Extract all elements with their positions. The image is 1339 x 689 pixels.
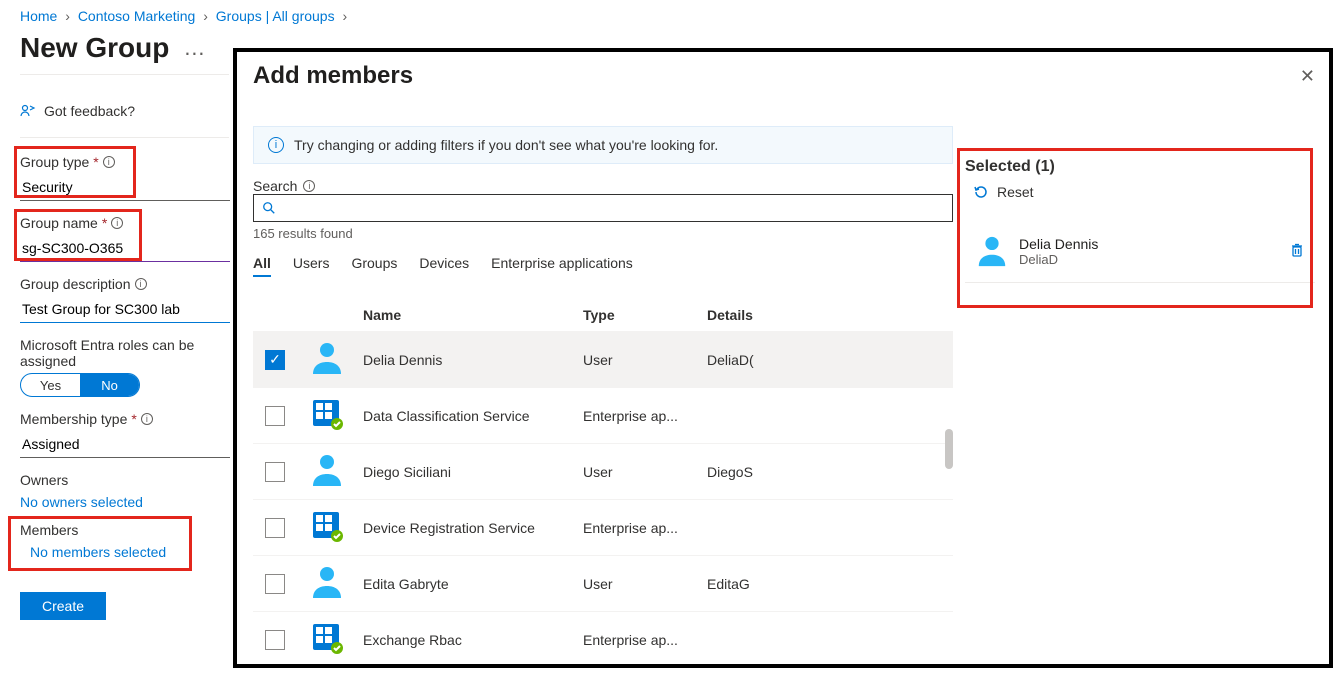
toggle-yes[interactable]: Yes — [21, 374, 80, 396]
tab-all[interactable]: All — [253, 251, 271, 277]
row-name: Device Registration Service — [363, 520, 583, 536]
page-title: New Group — [20, 32, 169, 64]
row-checkbox[interactable] — [265, 462, 285, 482]
create-button[interactable]: Create — [20, 592, 106, 620]
table-header: Name Type Details — [253, 299, 953, 331]
entra-roles-toggle[interactable]: Yes No — [20, 373, 140, 397]
row-type: User — [583, 576, 707, 592]
row-checkbox[interactable]: ✓ — [265, 350, 285, 370]
tab-devices[interactable]: Devices — [419, 251, 469, 277]
chevron-right-icon: › — [65, 8, 70, 24]
search-icon — [262, 201, 276, 215]
row-checkbox[interactable] — [265, 574, 285, 594]
search-field[interactable] — [282, 200, 944, 216]
more-actions-button[interactable]: … — [183, 35, 207, 61]
chevron-right-icon: › — [342, 8, 347, 24]
got-feedback-link[interactable]: Got feedback? — [20, 89, 229, 137]
row-type: User — [583, 464, 707, 480]
group-description-input[interactable] — [20, 296, 230, 323]
info-icon[interactable]: i — [103, 156, 115, 168]
selected-item-name: Delia Dennis — [1019, 236, 1279, 252]
group-type-select[interactable] — [20, 174, 230, 201]
owners-label: Owners — [20, 472, 229, 488]
members-label: Members — [20, 522, 229, 538]
results-table: Name Type Details ✓Delia DennisUserDelia… — [253, 299, 953, 654]
owners-link[interactable]: No owners selected — [20, 494, 229, 510]
table-row[interactable]: Device Registration ServiceEnterprise ap… — [253, 499, 953, 555]
scrollbar[interactable] — [945, 429, 953, 469]
selected-item: Delia DennisDeliaD — [965, 220, 1315, 283]
tab-users[interactable]: Users — [293, 251, 330, 277]
app-icon — [309, 396, 345, 432]
user-icon — [309, 452, 345, 488]
selected-item-upn: DeliaD — [1019, 252, 1279, 267]
feedback-icon — [20, 103, 36, 119]
table-row[interactable]: Data Classification ServiceEnterprise ap… — [253, 387, 953, 443]
row-details: EditaG — [707, 576, 941, 592]
membership-type-label: Membership type * i — [20, 411, 229, 427]
chevron-right-icon: › — [203, 8, 208, 24]
group-description-label: Group description i — [20, 276, 229, 292]
info-icon[interactable]: i — [141, 413, 153, 425]
membership-type-select[interactable] — [20, 431, 230, 458]
table-row[interactable]: Edita GabryteUserEditaG — [253, 555, 953, 611]
info-icon[interactable]: i — [135, 278, 147, 290]
row-checkbox[interactable] — [265, 630, 285, 650]
info-icon[interactable]: i — [111, 217, 123, 229]
tab-groups[interactable]: Groups — [351, 251, 397, 277]
selected-panel: Selected (1) Reset Delia DennisDeliaD — [965, 158, 1315, 283]
group-name-label: Group name * i — [20, 215, 229, 231]
info-icon[interactable]: i — [303, 180, 315, 192]
info-bar-text: Try changing or adding filters if you do… — [294, 137, 718, 153]
row-name: Diego Siciliani — [363, 464, 583, 480]
tab-enterprise-apps[interactable]: Enterprise applications — [491, 251, 633, 277]
row-name: Edita Gabryte — [363, 576, 583, 592]
group-name-input[interactable] — [20, 235, 230, 262]
user-icon — [309, 564, 345, 600]
delete-icon[interactable] — [1289, 242, 1305, 261]
breadcrumb-item-tenant[interactable]: Contoso Marketing — [78, 8, 196, 24]
row-type: Enterprise ap... — [583, 408, 707, 424]
user-icon — [309, 340, 345, 376]
breadcrumb-item-home[interactable]: Home — [20, 8, 57, 24]
add-members-panel: ✕ Add members i Try changing or adding f… — [233, 48, 1333, 668]
undo-icon — [973, 184, 989, 200]
row-type: Enterprise ap... — [583, 520, 707, 536]
search-input[interactable] — [253, 194, 953, 222]
table-row[interactable]: Exchange RbacEnterprise ap... — [253, 611, 953, 654]
info-bar: i Try changing or adding filters if you … — [253, 126, 953, 164]
row-type: User — [583, 352, 707, 368]
modal-title: Add members — [253, 62, 1313, 90]
col-name: Name — [363, 307, 583, 323]
group-type-label: Group type * i — [20, 154, 229, 170]
toggle-no[interactable]: No — [80, 374, 139, 396]
row-details: DiegoS — [707, 464, 941, 480]
info-icon: i — [268, 137, 284, 153]
col-details: Details — [707, 307, 941, 323]
members-link[interactable]: No members selected — [30, 544, 229, 560]
row-name: Data Classification Service — [363, 408, 583, 424]
row-checkbox[interactable] — [265, 518, 285, 538]
row-name: Delia Dennis — [363, 352, 583, 368]
row-checkbox[interactable] — [265, 406, 285, 426]
row-name: Exchange Rbac — [363, 632, 583, 648]
row-details: DeliaD( — [707, 352, 941, 368]
table-row[interactable]: ✓ Delia DennisUserDeliaD( — [253, 331, 953, 387]
reset-button[interactable]: Reset — [965, 184, 1315, 200]
app-icon — [309, 508, 345, 544]
table-row[interactable]: Diego SicilianiUserDiegoS — [253, 443, 953, 499]
new-group-form: Got feedback? Group type * i Group name … — [0, 74, 235, 620]
breadcrumb: Home › Contoso Marketing › Groups | All … — [0, 0, 1339, 32]
row-type: Enterprise ap... — [583, 632, 707, 648]
col-type: Type — [583, 307, 707, 323]
close-icon[interactable]: ✕ — [1300, 66, 1315, 87]
breadcrumb-item-groups[interactable]: Groups | All groups — [216, 8, 335, 24]
selected-header: Selected (1) — [965, 158, 1315, 176]
app-icon — [309, 620, 345, 654]
user-icon — [975, 234, 1009, 268]
entra-roles-label: Microsoft Entra roles can be assigned — [20, 337, 229, 369]
